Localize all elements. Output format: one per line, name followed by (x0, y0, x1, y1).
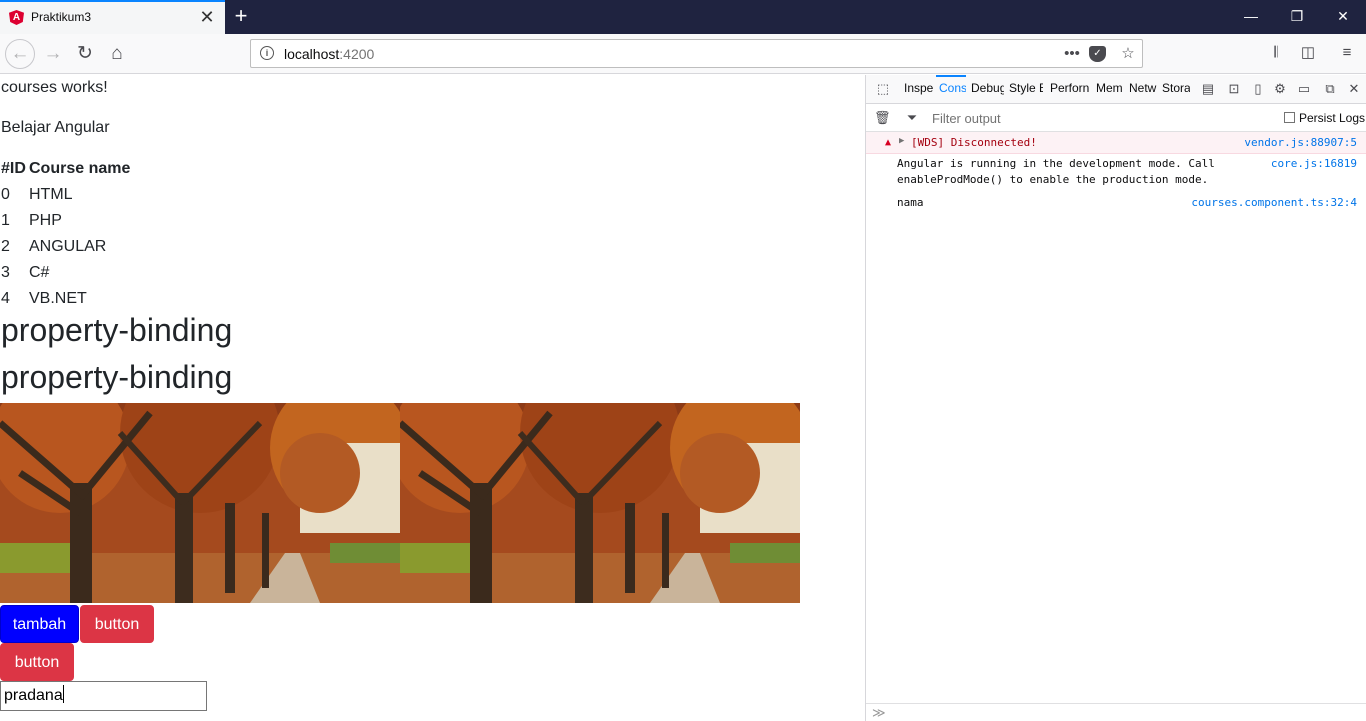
angular-favicon-icon: A (9, 10, 24, 25)
tab-style-editor[interactable]: Style E (1009, 81, 1043, 95)
close-window-button[interactable]: ✕ (1333, 6, 1353, 26)
bookmark-star-icon[interactable]: ☆ (1117, 43, 1139, 65)
split-console-icon[interactable]: ⊡ (1226, 81, 1242, 97)
tambah-button[interactable]: tambah (0, 605, 79, 643)
tab-performance[interactable]: Perforn (1050, 81, 1090, 95)
active-tab-indicator (936, 75, 966, 77)
layout-toggle-icon[interactable]: ▤ (1200, 81, 1216, 97)
console-log-row: nama courses.component.ts:32:4 (866, 196, 1366, 212)
console-log-row: Angular is running in the development mo… (866, 157, 1366, 189)
library-icon[interactable]: 𝄃 (1265, 42, 1287, 64)
property-binding-heading-2: property-binding (1, 359, 233, 395)
button-1[interactable]: button (80, 605, 154, 643)
tab-storage[interactable]: Stora (1162, 81, 1190, 95)
back-arrow-icon: ← (10, 43, 30, 64)
table-cell-course: PHP (29, 212, 62, 229)
log-message: nama (897, 196, 924, 209)
table-header-course-name: Course name (29, 160, 131, 177)
checkbox-box[interactable] (1284, 112, 1295, 123)
minimize-window-button[interactable]: — (1241, 6, 1261, 26)
table-cell-id: 3 (1, 264, 10, 281)
filter-funnel-icon[interactable]: ⏷ (904, 110, 920, 126)
close-devtools-icon[interactable]: ✕ (1346, 81, 1362, 97)
pocket-icon[interactable]: ✓ (1089, 46, 1106, 62)
console-input[interactable]: ≫ (866, 703, 1366, 721)
url-host: localhost (284, 46, 340, 62)
filter-output-input[interactable]: Filter output (932, 111, 1001, 126)
reload-button[interactable]: ↻ (72, 41, 98, 67)
courses-works-text: courses works! (1, 79, 108, 96)
log-message-line-2: enableProdMode() to enable the productio… (897, 173, 1209, 186)
responsive-mode-icon[interactable]: ▯ (1250, 81, 1266, 97)
console-filter-bar: 🗑 ⏷ Filter output Persist Logs (866, 104, 1366, 132)
url-bar[interactable]: i localhost:4200 ••• ✓ ☆ (250, 39, 1143, 68)
tab-title: Praktikum3 (31, 10, 92, 24)
browser-title-bar: A Praktikum3 ✕ + — ❐ ✕ (0, 0, 1366, 34)
name-input-value: pradana (4, 687, 63, 704)
browser-tab[interactable]: A Praktikum3 ✕ (0, 0, 225, 34)
tab-debugger[interactable]: Debug (971, 81, 1004, 95)
autumn-trees-image (0, 403, 400, 603)
table-cell-id: 4 (1, 290, 10, 307)
tab-inspector[interactable]: Inspe (904, 81, 934, 95)
tab-memory[interactable]: Mem (1096, 81, 1124, 95)
url-port: :4200 (339, 46, 375, 62)
autumn-trees-image (400, 403, 800, 603)
table-cell-id: 2 (1, 238, 10, 255)
table-cell-course: HTML (29, 186, 73, 203)
property-binding-heading-1: property-binding (1, 312, 233, 348)
tab-network[interactable]: Netw (1129, 81, 1157, 95)
page-content: courses works! Belajar Angular #ID Cours… (0, 75, 865, 721)
devtools-toolbar: ⬚ Inspe Cons Debug Style E Perforn Mem N… (866, 75, 1366, 104)
text-caret (62, 685, 64, 703)
table-cell-course: VB.NET (29, 290, 87, 307)
error-warning-icon: ▲ (885, 137, 892, 148)
table-cell-course: C# (29, 264, 50, 281)
name-input[interactable]: pradana (0, 681, 207, 711)
element-picker-icon[interactable]: ⬚ (875, 81, 891, 97)
source-link[interactable]: core.js:16819 (1271, 157, 1357, 170)
undock-window-icon[interactable]: ⧉ (1322, 81, 1338, 97)
hamburger-menu-icon[interactable]: ≡ (1336, 42, 1358, 64)
persist-logs-checkbox[interactable]: Persist Logs (1284, 111, 1365, 125)
source-link[interactable]: vendor.js:88907:5 (1244, 136, 1357, 149)
persist-logs-label: Persist Logs (1299, 111, 1366, 125)
table-cell-id: 1 (1, 212, 10, 229)
table-cell-id: 0 (1, 186, 10, 203)
devtools-panel: ⬚ Inspe Cons Debug Style E Perforn Mem N… (865, 75, 1366, 721)
forward-button[interactable]: → (40, 41, 66, 67)
dock-bottom-icon[interactable]: ▭ (1296, 81, 1312, 97)
console-prompt-icon: ≫ (872, 705, 886, 720)
source-link[interactable]: courses.component.ts:32:4 (1191, 196, 1357, 209)
tab-console[interactable]: Cons (939, 81, 966, 95)
trash-icon[interactable]: 🗑 (874, 110, 891, 126)
navigation-toolbar: ← → ↻ ⌂ i localhost:4200 ••• ✓ ☆ 𝄃 ◫ ≡ (0, 34, 1366, 74)
sidebar-icon[interactable]: ◫ (1297, 42, 1319, 64)
settings-gear-icon[interactable]: ⚙ (1272, 81, 1288, 97)
restore-window-button[interactable]: ❐ (1287, 6, 1307, 26)
close-tab-icon[interactable]: ✕ (199, 8, 215, 26)
home-button[interactable]: ⌂ (104, 41, 130, 67)
page-actions-icon[interactable]: ••• (1061, 43, 1083, 65)
expand-arrow-icon[interactable]: ▶ (899, 136, 904, 146)
error-message: [WDS] Disconnected! (911, 136, 1037, 149)
table-header-id: #ID (1, 160, 26, 177)
console-error-row[interactable]: ▲ ▶ [WDS] Disconnected! vendor.js:88907:… (866, 132, 1366, 154)
url-text: localhost:4200 (284, 46, 374, 62)
table-cell-course: ANGULAR (29, 238, 107, 255)
site-info-icon[interactable]: i (260, 46, 274, 60)
log-message-line-1: Angular is running in the development mo… (897, 157, 1215, 170)
subtitle-text: Belajar Angular (1, 119, 110, 136)
new-tab-button[interactable]: + (230, 4, 252, 28)
button-2[interactable]: button (0, 643, 74, 681)
